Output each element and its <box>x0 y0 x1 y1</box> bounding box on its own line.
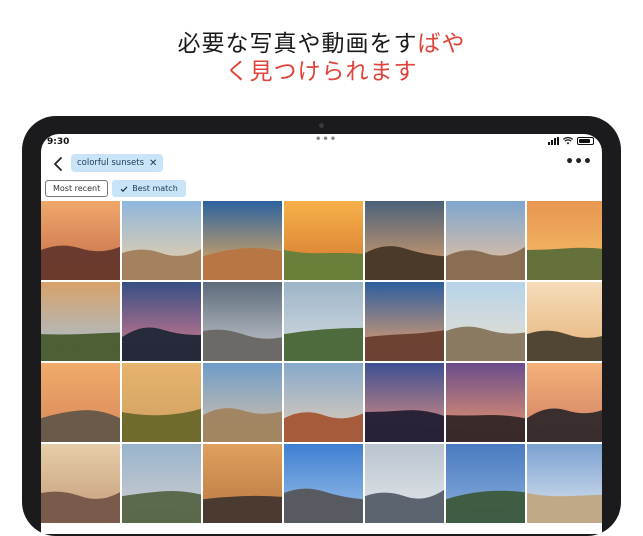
photo-thumbnail-portrait-golden-hour[interactable] <box>284 201 363 280</box>
photo-image <box>527 201 602 280</box>
filter-most-recent[interactable]: Most recent <box>45 180 109 197</box>
ipad-frame: 9:30 ••• colorful sunsets ✕ ••• Most rec… <box>22 116 621 536</box>
photo-image <box>122 201 201 280</box>
photo-thumbnail-canyon-dusk[interactable] <box>122 201 201 280</box>
photo-thumbnail-misty-mountains[interactable] <box>365 444 444 523</box>
search-query-text: colorful sunsets <box>77 158 144 168</box>
front-camera-icon <box>319 123 324 128</box>
photo-thumbnail-balloons-over-valley-sunset[interactable] <box>41 201 120 280</box>
photo-image <box>284 201 363 280</box>
photos-search-screen: 9:30 ••• colorful sunsets ✕ ••• Most rec… <box>41 134 602 534</box>
photo-image <box>284 282 363 361</box>
status-time: 9:30 <box>47 137 70 147</box>
photo-image <box>203 282 282 361</box>
status-bar: 9:30 ••• <box>41 134 602 150</box>
status-icons <box>548 137 594 145</box>
photo-image <box>527 363 602 442</box>
filter-label: Most recent <box>53 184 101 193</box>
photo-image <box>446 444 525 523</box>
checkmark-icon <box>120 185 128 192</box>
photo-thumbnail-dog-in-meadow[interactable] <box>122 363 201 442</box>
photo-image <box>41 201 120 280</box>
filter-label: Best match <box>132 184 178 193</box>
photo-image <box>446 363 525 442</box>
photo-thumbnail-palm-valley[interactable] <box>122 444 201 523</box>
photo-thumbnail-balloon-basket-closeup[interactable] <box>41 363 120 442</box>
photo-image <box>203 444 282 523</box>
photo-image <box>122 282 201 361</box>
photo-thumbnail-blue-sky-portrait[interactable] <box>284 444 363 523</box>
photo-image <box>284 444 363 523</box>
photo-thumbnail-joshua-tree-orange-dusk[interactable] <box>527 363 602 442</box>
promo-headline: 必要な写真や動画をすばや く見つけられます <box>0 30 643 86</box>
photo-thumbnail-desert-palace-figure[interactable] <box>203 363 282 442</box>
photo-thumbnail-joshua-tree-sunset[interactable] <box>446 363 525 442</box>
sort-filters: Most recent Best match <box>45 180 186 197</box>
photo-thumbnail-canyon-reflection-dawn[interactable] <box>365 282 444 361</box>
photo-thumbnail-pink-cloud-dusk[interactable] <box>122 282 201 361</box>
photo-image <box>365 363 444 442</box>
photo-thumbnail-couple-portrait[interactable] <box>203 444 282 523</box>
photo-thumbnail-balloon-canyon-sunrise[interactable] <box>203 201 282 280</box>
promo-headline-line1: 必要な写真や動画をすばや <box>177 31 466 57</box>
photo-image <box>41 282 120 361</box>
photo-thumbnail-friends-selfie[interactable] <box>41 444 120 523</box>
cellular-signal-icon <box>548 137 559 145</box>
photo-image <box>203 201 282 280</box>
battery-icon <box>577 137 594 145</box>
chevron-left-icon[interactable] <box>51 156 67 172</box>
photo-image <box>527 282 602 361</box>
photo-image <box>446 282 525 361</box>
photo-image <box>446 201 525 280</box>
photo-thumbnail-cathedral-on-hill[interactable] <box>446 282 525 361</box>
photo-image <box>527 444 602 523</box>
photo-image <box>365 444 444 523</box>
photo-thumbnail-rocky-mountain-hiker[interactable] <box>203 282 282 361</box>
photo-image <box>284 363 363 442</box>
search-bar: colorful sunsets ✕ ••• <box>41 152 602 176</box>
photo-thumbnail-old-town-street[interactable] <box>527 444 602 523</box>
wifi-icon <box>563 137 573 145</box>
search-query-chip[interactable]: colorful sunsets ✕ <box>71 154 164 172</box>
photo-image <box>122 444 201 523</box>
photo-results-grid <box>41 201 602 523</box>
more-horizontal-icon[interactable]: ••• <box>565 154 592 170</box>
photo-image <box>203 363 282 442</box>
photo-thumbnail-joshua-trees-dusk[interactable] <box>527 282 602 361</box>
photo-thumbnail-cappadocia-sunset[interactable] <box>527 201 602 280</box>
photo-thumbnail-red-roof-town[interactable] <box>284 363 363 442</box>
close-icon[interactable]: ✕ <box>149 158 157 169</box>
photo-image <box>365 282 444 361</box>
multitasking-dots-icon[interactable]: ••• <box>315 134 337 145</box>
photo-image <box>41 444 120 523</box>
promo-headline-line2: く見つけられます <box>225 59 418 85</box>
photo-thumbnail-balloons-twilight[interactable] <box>365 201 444 280</box>
photo-thumbnail-mountain-village-house[interactable] <box>284 282 363 361</box>
photo-thumbnail-joshua-tree-purple-sky[interactable] <box>365 363 444 442</box>
photo-thumbnail-lakeside-blue-hour[interactable] <box>446 444 525 523</box>
photo-image <box>365 201 444 280</box>
photo-thumbnail-woman-watching-balloons[interactable] <box>41 282 120 361</box>
filter-best-match[interactable]: Best match <box>112 180 186 197</box>
photo-image <box>122 363 201 442</box>
photo-image <box>41 363 120 442</box>
photo-thumbnail-hillside-town-dusk[interactable] <box>446 201 525 280</box>
